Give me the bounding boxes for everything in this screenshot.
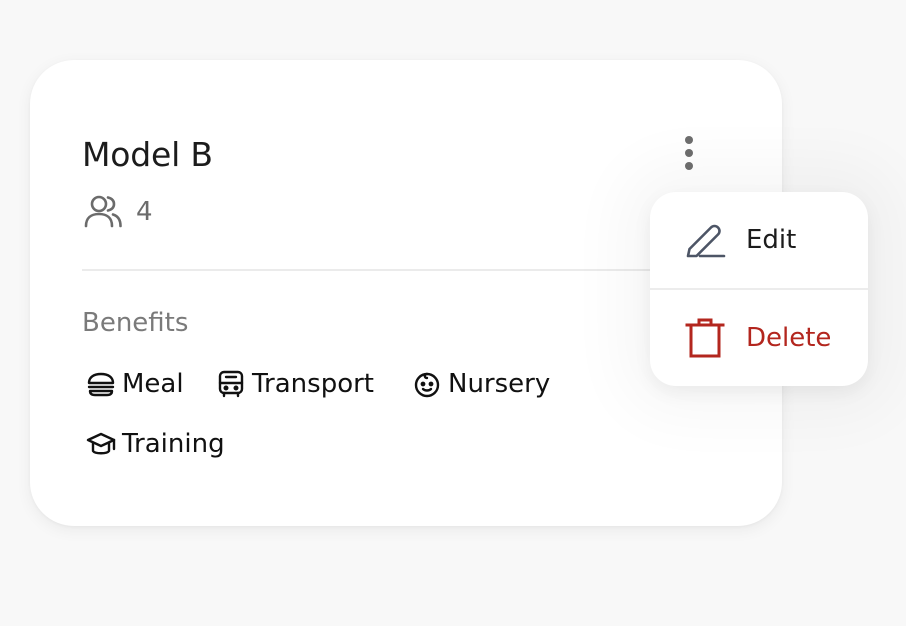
more-vertical-icon	[685, 136, 693, 170]
benefit-label: Training	[122, 429, 225, 459]
context-menu: Edit Delete	[650, 192, 868, 386]
member-count: 4	[136, 197, 153, 227]
pencil-icon	[684, 218, 728, 262]
meal-icon	[86, 369, 116, 399]
benefit-label: Meal	[122, 369, 184, 399]
edit-label: Edit	[746, 225, 797, 255]
delete-label: Delete	[746, 323, 832, 353]
card-title: Model B	[82, 135, 213, 174]
graduation-cap-icon	[86, 429, 116, 459]
edit-menu-item[interactable]: Edit	[650, 192, 868, 288]
bus-icon	[216, 369, 246, 399]
member-count-row: 4	[82, 192, 153, 232]
more-options-button[interactable]	[670, 132, 708, 174]
benefit-meal: Meal	[86, 364, 184, 404]
benefits-label: Benefits	[82, 308, 189, 338]
benefit-nursery: Nursery	[412, 364, 550, 404]
users-icon	[82, 192, 124, 232]
benefit-transport: Transport	[216, 364, 374, 404]
benefit-label: Transport	[252, 369, 375, 399]
benefit-label: Nursery	[448, 369, 551, 399]
trash-icon	[684, 316, 728, 360]
delete-menu-item[interactable]: Delete	[650, 290, 868, 386]
benefit-training: Training	[86, 424, 225, 464]
divider	[82, 269, 732, 271]
baby-icon	[412, 369, 442, 399]
